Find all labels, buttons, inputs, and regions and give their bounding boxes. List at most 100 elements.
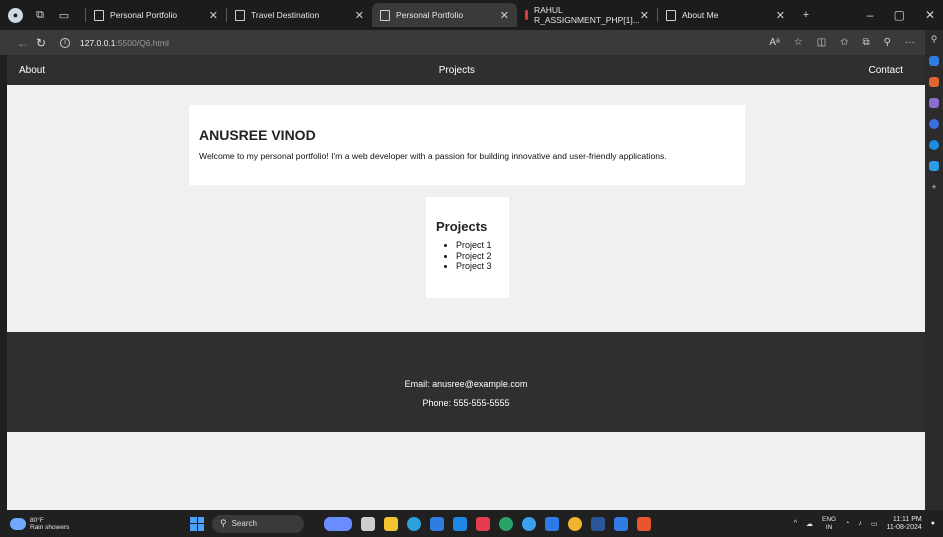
page-viewport: About Projects Contact ANUSREE VINOD Wel…	[7, 55, 925, 510]
list-item: Project 1	[456, 240, 509, 251]
split-screen-icon[interactable]: ◫	[817, 37, 826, 48]
page-icon	[94, 9, 104, 21]
tab-personal-portfolio-active[interactable]: Personal Portfolio ✕	[372, 3, 517, 27]
page-icon	[380, 9, 390, 21]
nav-projects-link[interactable]: Projects	[439, 65, 475, 76]
close-tab-icon[interactable]: ✕	[209, 9, 218, 22]
whatsapp-icon[interactable]	[499, 516, 513, 531]
shopping-icon[interactable]	[929, 77, 939, 87]
weather-text: 80°F Rain showers	[30, 517, 69, 531]
collections-icon[interactable]: ⧉	[863, 37, 870, 48]
pdf-icon	[525, 10, 528, 20]
tab-label: About Me	[682, 10, 719, 20]
tab-label: RAHUL R_ASSIGNMENT_PHP[1]...	[533, 5, 640, 25]
tab-travel-destination[interactable]: Travel Destination ✕	[227, 3, 372, 27]
app-icon[interactable]	[453, 516, 467, 531]
page-icon	[235, 9, 245, 21]
page-title: ANUSREE VINOD	[199, 127, 316, 143]
system-tray: ^ ☁ ENG IN ◔ ♪ ▭ 11:11 PM 11-08-2024 ●	[794, 510, 935, 537]
close-tab-icon[interactable]: ✕	[640, 9, 649, 22]
onedrive-icon[interactable]: ☁	[806, 520, 813, 528]
store-icon[interactable]	[430, 516, 444, 531]
chrome-icon[interactable]	[568, 516, 582, 531]
file-explorer-icon[interactable]	[384, 516, 398, 531]
edge-browser-icon[interactable]	[407, 516, 421, 531]
taskbar-search[interactable]: ⚲ Search	[212, 514, 304, 533]
contact-email: Email: anusree@example.com	[404, 379, 528, 389]
close-tab-icon[interactable]: ✕	[776, 9, 785, 22]
new-tab-icon[interactable]: +	[799, 8, 813, 22]
restore-icon[interactable]: ▢	[894, 8, 905, 22]
favorites-icon[interactable]: ✩	[840, 37, 848, 48]
tab-actions-icon[interactable]: ▭	[57, 8, 71, 22]
nav-contact-link[interactable]: Contact	[869, 65, 903, 76]
taskbar: 80°F Rain showers ⚲ Search ^ ☁ ENG IN ◔ …	[0, 510, 943, 537]
rain-cloud-icon	[10, 517, 26, 530]
word-icon[interactable]	[591, 516, 605, 531]
minimize-icon[interactable]: –	[867, 8, 874, 22]
add-icon[interactable]: +	[931, 182, 936, 192]
app-icon[interactable]	[614, 516, 628, 531]
window-controls: – ▢ ✕	[867, 0, 943, 30]
page-icon	[666, 9, 676, 21]
back-icon[interactable]: ←	[14, 36, 32, 50]
projects-section: Projects Project 1 Project 2 Project 3	[426, 197, 509, 298]
xampp-icon[interactable]	[637, 516, 651, 531]
list-item: Project 2	[456, 251, 509, 262]
workspaces-icon[interactable]: ⧉	[33, 8, 47, 22]
time: 11:11 PM	[892, 515, 922, 523]
chrome-icon[interactable]	[522, 516, 536, 531]
url-field[interactable]: i 127.0.0.1 :5500/Q6.html	[60, 37, 169, 48]
weather-temp: 80°F	[30, 516, 44, 524]
weather-widget[interactable]: 80°F Rain showers	[0, 517, 190, 531]
projects-list: Project 1 Project 2 Project 3	[436, 240, 509, 272]
tab-label: Personal Portfolio	[396, 10, 464, 20]
extensions-icon[interactable]: ⚲	[884, 37, 891, 48]
profile-icon[interactable]: ●	[8, 7, 23, 23]
search-icon[interactable]: ⚲	[931, 34, 938, 45]
wifi-icon[interactable]: ◔	[845, 520, 849, 527]
tab-about-me[interactable]: About Me ✕	[658, 3, 793, 27]
notification-bell-icon[interactable]: ●	[931, 520, 935, 527]
toolbar-icons: Aᵃ ☆ ◫ ✩ ⧉ ⚲ ···	[769, 30, 915, 55]
games-icon[interactable]	[929, 119, 939, 129]
search-label: Search	[231, 519, 257, 528]
lang-bottom: IN	[825, 523, 833, 531]
projects-heading: Projects	[436, 219, 488, 234]
weather-desc: Rain showers	[30, 523, 70, 531]
date: 11-08-2024	[886, 523, 922, 531]
battery-icon[interactable]: ▭	[871, 520, 878, 528]
outlook-icon[interactable]	[929, 140, 939, 150]
vscode-icon[interactable]	[545, 516, 559, 531]
read-aloud-icon[interactable]: Aᵃ	[769, 37, 779, 48]
contact-phone: Phone: 555-555-5555	[422, 398, 510, 408]
refresh-icon[interactable]: ↻	[32, 36, 50, 50]
tools-icon[interactable]	[929, 98, 939, 108]
tab-assignment[interactable]: RAHUL R_ASSIGNMENT_PHP[1]... ✕	[517, 3, 657, 27]
close-window-icon[interactable]: ✕	[925, 8, 935, 22]
more-menu-icon[interactable]: ···	[905, 37, 915, 48]
copilot-icon[interactable]	[929, 56, 939, 66]
list-item: Project 3	[456, 261, 509, 272]
task-view-icon[interactable]	[361, 516, 375, 531]
lang-top: ENG	[822, 515, 837, 523]
app-icon[interactable]	[476, 516, 490, 531]
url-path: :5500/Q6.html	[115, 37, 169, 48]
about-section: ANUSREE VINOD Welcome to my personal por…	[189, 105, 745, 185]
close-tab-icon[interactable]: ✕	[355, 9, 364, 22]
language-indicator[interactable]: ENG IN	[822, 516, 836, 532]
favorite-star-icon[interactable]: ☆	[794, 37, 803, 48]
windows-start-icon[interactable]	[190, 516, 204, 531]
widgets-icon[interactable]	[324, 516, 352, 531]
url-host: 127.0.0.1	[80, 37, 116, 48]
clock[interactable]: 11:11 PM 11-08-2024	[886, 516, 921, 532]
nav-about-link[interactable]: About	[19, 65, 45, 76]
close-tab-icon[interactable]: ✕	[500, 9, 509, 22]
tab-personal-portfolio-1[interactable]: Personal Portfolio ✕	[86, 3, 226, 27]
site-info-icon[interactable]: i	[60, 37, 70, 48]
chevron-up-icon[interactable]: ^	[794, 520, 797, 527]
volume-icon[interactable]: ♪	[858, 520, 862, 527]
send-icon[interactable]	[929, 161, 939, 171]
search-icon: ⚲	[220, 518, 227, 528]
contact-footer: Email: anusree@example.com Phone: 555-55…	[7, 332, 925, 432]
